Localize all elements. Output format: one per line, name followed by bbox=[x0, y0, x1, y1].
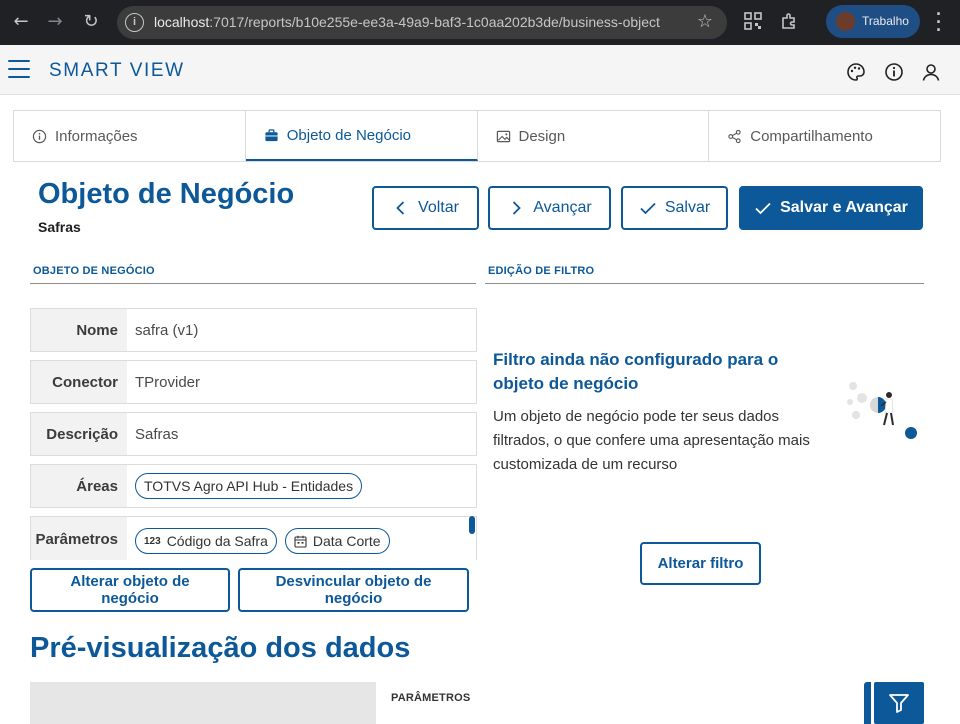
tab-design[interactable]: Design bbox=[478, 111, 710, 161]
calendar-icon bbox=[294, 535, 307, 548]
info-icon[interactable] bbox=[884, 62, 904, 82]
profile-button[interactable]: Trabalho bbox=[826, 5, 920, 38]
filter-button[interactable] bbox=[874, 682, 924, 724]
row-value: Safras bbox=[135, 425, 179, 443]
bookmark-star-icon[interactable]: ☆ bbox=[697, 11, 713, 32]
wizard-tabs: Informações Objeto de Negócio Design Com… bbox=[13, 110, 941, 162]
browser-menu-icon[interactable]: · · · bbox=[934, 5, 944, 39]
row-key: Áreas bbox=[31, 465, 127, 507]
change-filter-button[interactable]: Alterar filtro bbox=[640, 542, 761, 585]
chip-label: Código da Safra bbox=[166, 533, 268, 549]
save-and-next-label: Salvar e Avançar bbox=[780, 199, 908, 216]
url-text[interactable]: localhost:7017/reports/b10e255e-ee3a-49a… bbox=[154, 14, 660, 30]
table-row: Conector TProvider bbox=[30, 360, 477, 404]
unlink-business-object-button[interactable]: Desvincular objeto de negócio bbox=[238, 568, 469, 612]
filter-empty-title: Filtro ainda não configurado para o obje… bbox=[493, 350, 779, 393]
row-value: TProvider bbox=[135, 373, 201, 391]
table-row: Parâmetros 123 Código da Safra Data Cort… bbox=[30, 516, 477, 560]
business-object-section-label: OBJETO DE NEGÓCIO bbox=[33, 265, 155, 277]
app-title: SMART VIEW bbox=[49, 60, 185, 81]
number-type-icon: 123 bbox=[144, 535, 161, 547]
preview-title: Pré-visualização dos dados bbox=[30, 632, 411, 664]
palette-icon[interactable] bbox=[846, 62, 866, 82]
tab-label: Compartilhamento bbox=[750, 127, 873, 145]
tab-objeto-de-negocio[interactable]: Objeto de Negócio bbox=[245, 111, 478, 161]
table-row: Descrição Safras bbox=[30, 412, 477, 456]
avatar bbox=[836, 12, 855, 31]
parameter-chip[interactable]: 123 Código da Safra bbox=[135, 528, 277, 554]
empty-filter-illustration-icon bbox=[847, 382, 917, 439]
site-info-icon[interactable]: i bbox=[125, 13, 144, 32]
next-button[interactable]: Avançar bbox=[488, 186, 611, 230]
panel-edge bbox=[864, 682, 871, 724]
back-arrow-icon[interactable]: ← bbox=[10, 11, 32, 33]
reload-icon[interactable]: ↻ bbox=[80, 11, 102, 33]
check-icon bbox=[755, 202, 771, 215]
area-chip[interactable]: TOTVS Agro API Hub - Entidades bbox=[135, 473, 363, 499]
address-bar[interactable]: i localhost:7017/reports/b10e255e-ee3a-4… bbox=[117, 6, 727, 39]
row-key: Parâmetros bbox=[31, 517, 127, 560]
filter-section-label: EDIÇÃO DE FILTRO bbox=[488, 265, 595, 277]
preview-placeholder bbox=[30, 682, 376, 724]
chevron-right-icon bbox=[513, 201, 522, 215]
row-key: Conector bbox=[31, 361, 127, 403]
briefcase-icon bbox=[265, 128, 278, 141]
menu-icon[interactable] bbox=[8, 60, 30, 78]
tab-compartilhamento[interactable]: Compartilhamento bbox=[709, 111, 940, 161]
back-button-label: Voltar bbox=[418, 199, 459, 216]
browser-toolbar: ← → ↻ i localhost:7017/reports/b10e255e-… bbox=[0, 0, 960, 45]
row-key: Descrição bbox=[31, 413, 127, 455]
chip-label: Data Corte bbox=[312, 533, 381, 549]
info-icon bbox=[32, 129, 47, 143]
tab-label: Objeto de Negócio bbox=[286, 126, 411, 144]
table-row: Áreas TOTVS Agro API Hub - Entidades bbox=[30, 464, 477, 508]
page-title: Objeto de Negócio bbox=[38, 178, 295, 210]
section-divider bbox=[485, 283, 924, 284]
save-button-label: Salvar bbox=[664, 199, 711, 216]
filter-icon bbox=[889, 694, 909, 713]
share-icon bbox=[728, 129, 741, 143]
table-scrollbar[interactable] bbox=[469, 516, 475, 534]
page-subtitle: Safras bbox=[38, 219, 81, 235]
chip-label: TOTVS Agro API Hub - Entidades bbox=[144, 478, 354, 494]
qr-code-icon[interactable] bbox=[744, 12, 762, 30]
parameter-chip[interactable]: Data Corte bbox=[284, 528, 390, 554]
forward-arrow-icon[interactable]: → bbox=[44, 11, 66, 33]
check-icon bbox=[640, 202, 656, 215]
section-divider bbox=[30, 283, 476, 284]
row-value: TOTVS Agro API Hub - Entidades bbox=[127, 465, 476, 507]
extensions-icon[interactable] bbox=[780, 12, 798, 30]
row-value: safra (v1) bbox=[135, 321, 199, 339]
save-button[interactable]: Salvar bbox=[621, 186, 728, 230]
business-object-table[interactable]: Nome safra (v1) Conector TProvider Descr… bbox=[30, 308, 477, 560]
back-button[interactable]: Voltar bbox=[372, 186, 479, 230]
parameters-label: PARÂMETROS bbox=[391, 692, 471, 704]
row-value: 123 Código da Safra Data Corte bbox=[127, 517, 476, 560]
image-icon bbox=[496, 130, 510, 142]
change-business-object-button[interactable]: Alterar objeto de negócio bbox=[30, 568, 230, 612]
tab-label: Design bbox=[518, 127, 566, 145]
table-row: Nome safra (v1) bbox=[30, 308, 477, 352]
user-icon[interactable] bbox=[921, 62, 941, 82]
tab-informacoes[interactable]: Informações bbox=[14, 111, 246, 161]
row-key: Nome bbox=[31, 309, 127, 351]
app-header: SMART VIEW bbox=[0, 45, 960, 95]
tab-label: Informações bbox=[55, 127, 138, 145]
filter-empty-description: Um objeto de negócio pode ter seus dados… bbox=[493, 408, 810, 473]
next-button-label: Avançar bbox=[533, 199, 592, 216]
save-and-next-button[interactable]: Salvar e Avançar bbox=[739, 186, 923, 230]
profile-label: Trabalho bbox=[862, 14, 909, 28]
chevron-left-icon bbox=[396, 201, 405, 215]
